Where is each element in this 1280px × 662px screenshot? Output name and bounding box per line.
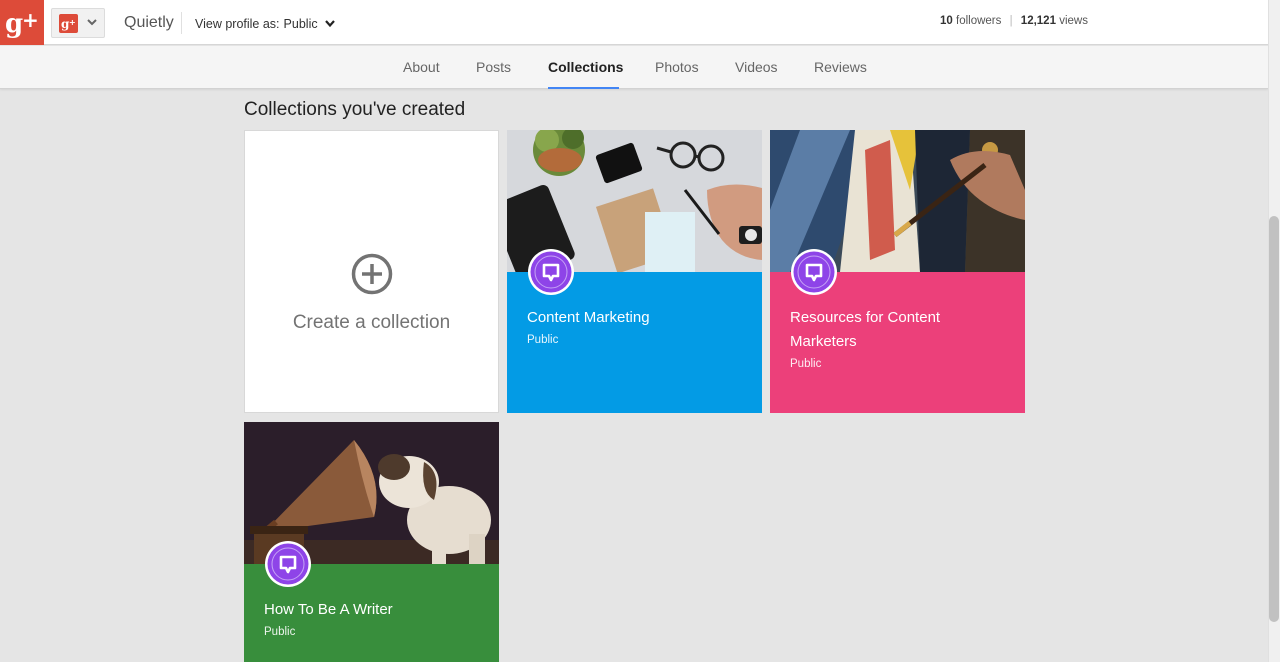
google-plus-mini-icon: g + bbox=[59, 14, 78, 33]
tab-reviews[interactable]: Reviews bbox=[814, 46, 867, 89]
account-switcher-button[interactable]: g + bbox=[51, 8, 105, 38]
tab-about[interactable]: About bbox=[403, 46, 440, 89]
stats-separator: | bbox=[1009, 15, 1013, 27]
view-as-value: Public bbox=[283, 17, 318, 31]
collection-visibility: Public bbox=[790, 358, 822, 370]
plus-circle-icon bbox=[351, 253, 393, 295]
tab-videos[interactable]: Videos bbox=[735, 46, 778, 89]
tab-photos[interactable]: Photos bbox=[655, 46, 699, 89]
views-label: views bbox=[1059, 15, 1088, 27]
header-divider bbox=[181, 12, 182, 34]
collection-title: How To Be A Writer bbox=[264, 601, 393, 618]
tab-posts[interactable]: Posts bbox=[476, 46, 511, 89]
collection-card[interactable]: How To Be A Writer Public bbox=[244, 422, 499, 662]
svg-text:+: + bbox=[69, 18, 76, 27]
quietly-avatar-icon bbox=[264, 540, 312, 588]
collection-title: Resources for Content Marketers bbox=[790, 309, 941, 350]
view-profile-as-selector[interactable]: View profile as: Public bbox=[195, 17, 336, 31]
profile-stats: 10 followers | 12,121 views bbox=[940, 15, 1088, 27]
collection-card[interactable]: Resources for Content Marketers Public bbox=[770, 130, 1025, 413]
scrollbar-thumb[interactable] bbox=[1269, 216, 1279, 622]
create-collection-card[interactable]: Create a collection bbox=[244, 130, 499, 413]
collection-title: Content Marketing bbox=[527, 309, 650, 326]
section-heading: Collections you've created bbox=[244, 99, 466, 120]
svg-text:g: g bbox=[5, 9, 23, 39]
chevron-down-icon bbox=[86, 18, 98, 28]
profile-name[interactable]: Quietly bbox=[124, 14, 174, 32]
quietly-avatar-icon bbox=[790, 248, 838, 296]
quietly-avatar-icon bbox=[527, 248, 575, 296]
profile-tab-bar: About Posts Collections Photos Videos Re… bbox=[0, 46, 1268, 89]
followers-count: 10 bbox=[940, 15, 953, 27]
svg-text:+: + bbox=[22, 8, 39, 32]
collection-visibility: Public bbox=[527, 334, 559, 346]
tab-collections[interactable]: Collections bbox=[548, 46, 623, 89]
create-collection-label: Create a collection bbox=[292, 312, 451, 333]
chevron-down-icon bbox=[324, 19, 336, 29]
view-as-label: View profile as: bbox=[195, 17, 280, 31]
google-plus-icon: g + bbox=[5, 8, 39, 39]
views-count: 12,121 bbox=[1020, 15, 1056, 27]
google-plus-logo[interactable]: g + bbox=[0, 0, 44, 45]
collection-card[interactable]: Content Marketing Public bbox=[507, 130, 762, 413]
top-bar: g + g + Quietly View profile as: Public … bbox=[0, 0, 1268, 45]
followers-label: followers bbox=[956, 15, 1002, 27]
collection-visibility: Public bbox=[264, 626, 296, 638]
